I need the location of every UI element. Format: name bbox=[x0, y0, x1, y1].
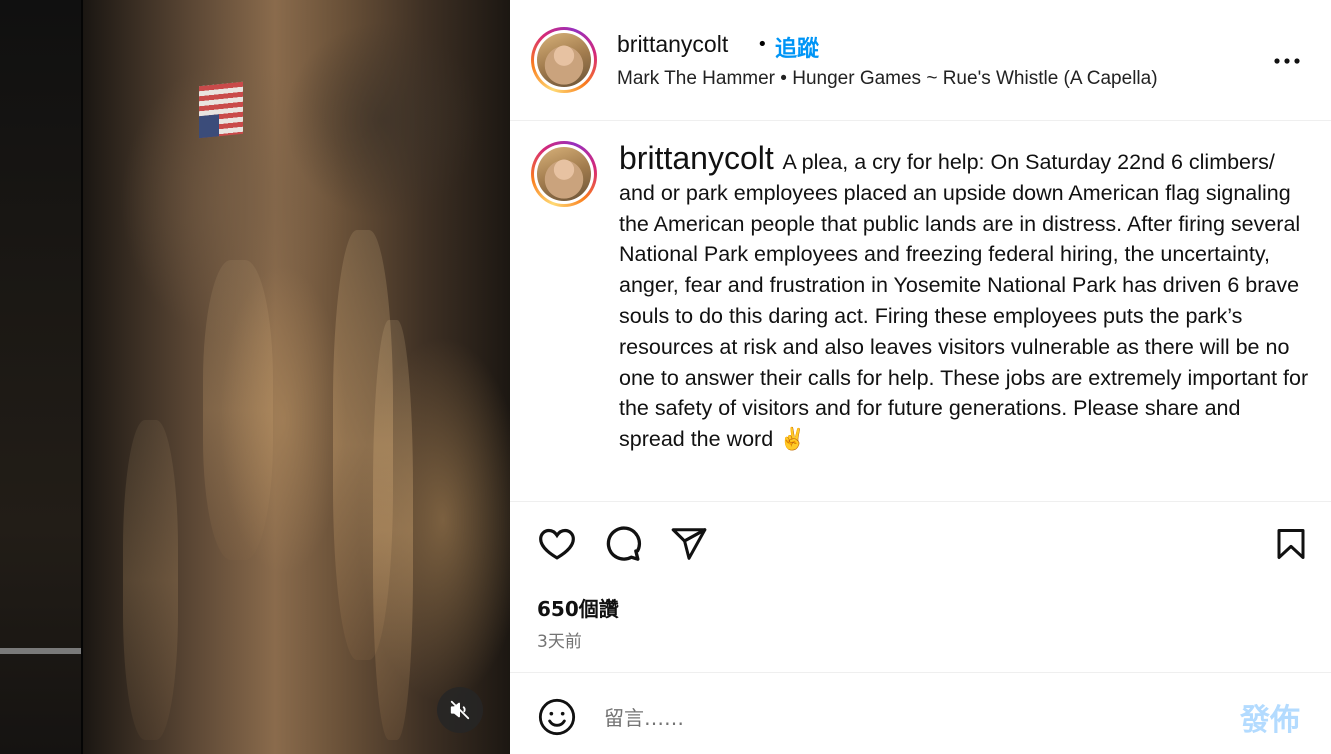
more-options-icon bbox=[1274, 58, 1300, 64]
comment-button[interactable] bbox=[601, 520, 645, 568]
bookmark-icon bbox=[1277, 529, 1305, 559]
post-comment-button[interactable]: 發佈 bbox=[1240, 695, 1300, 739]
post-header: brittanycolt • 追蹤 Mark The Hammer • Hung… bbox=[510, 0, 1331, 121]
comment-input[interactable] bbox=[604, 701, 1204, 735]
mute-toggle-button[interactable] bbox=[437, 687, 483, 733]
comment-composer: 發佈 bbox=[510, 672, 1331, 754]
save-button[interactable] bbox=[1269, 520, 1313, 568]
heart-icon bbox=[539, 528, 575, 560]
like-button[interactable] bbox=[535, 520, 579, 568]
comment-bubble-icon bbox=[606, 526, 642, 561]
author-username[interactable]: brittanycolt bbox=[617, 31, 728, 58]
caption-text: A plea, a cry for help: On Saturday 22nd… bbox=[619, 150, 1309, 452]
caption-body: brittanycolt A plea, a cry for help: On … bbox=[619, 140, 1309, 455]
avatar[interactable] bbox=[531, 27, 597, 93]
caption-avatar[interactable] bbox=[531, 141, 597, 207]
audio-attribution[interactable]: Mark The Hammer • Hunger Games ~ Rue's W… bbox=[617, 68, 1158, 90]
previous-media-edge bbox=[0, 0, 83, 754]
separator-dot: • bbox=[757, 34, 768, 55]
upside-down-flag bbox=[199, 81, 243, 139]
like-count[interactable]: 650個讚 bbox=[537, 593, 619, 622]
emoji-button[interactable] bbox=[537, 697, 577, 737]
post-video-frame bbox=[83, 0, 510, 754]
action-bar bbox=[510, 520, 1331, 570]
smiley-icon bbox=[538, 698, 576, 736]
caption-username[interactable]: brittanycolt bbox=[619, 140, 774, 176]
video-progress-bar bbox=[0, 648, 83, 654]
more-options-button[interactable] bbox=[1272, 46, 1302, 76]
post-caption: brittanycolt A plea, a cry for help: On … bbox=[510, 121, 1331, 502]
post-detail-panel: brittanycolt • 追蹤 Mark The Hammer • Hung… bbox=[510, 0, 1331, 754]
post-media[interactable] bbox=[0, 0, 510, 754]
share-button[interactable] bbox=[667, 520, 711, 568]
paper-plane-icon bbox=[671, 528, 707, 560]
speaker-muted-icon bbox=[450, 700, 470, 720]
follow-button[interactable]: 追蹤 bbox=[775, 31, 819, 63]
post-timestamp[interactable]: 3天前 bbox=[537, 627, 582, 652]
